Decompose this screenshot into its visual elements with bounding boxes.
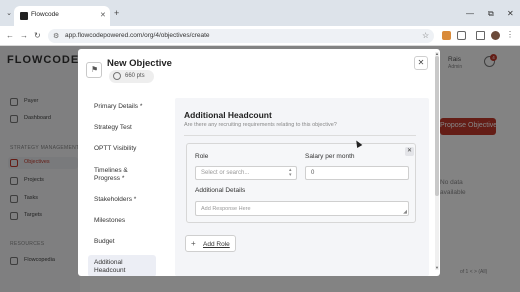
salary-value: 0 xyxy=(311,170,315,176)
flag-icon: ⚑ xyxy=(86,62,102,78)
add-role-button[interactable]: + Add Role xyxy=(185,235,236,252)
points-icon xyxy=(113,72,121,80)
extensions-puzzle-icon[interactable] xyxy=(457,31,466,40)
bookmark-star-icon[interactable]: ☆ xyxy=(422,31,429,40)
section-subtitle: Are there any recruiting requirements re… xyxy=(184,122,337,128)
modal-title: New Objective xyxy=(107,58,172,69)
tab-search-chevron-icon[interactable]: ⌄ xyxy=(4,9,14,19)
role-label: Role xyxy=(195,153,209,160)
details-textarea[interactable]: Add Response Here ◢ xyxy=(195,201,409,216)
minimize-button[interactable]: — xyxy=(466,9,474,18)
points-badge: 660 pts xyxy=(109,70,154,83)
step-label: Milestones xyxy=(94,217,126,224)
new-tab-button[interactable]: + xyxy=(114,9,119,18)
maximize-button[interactable]: ⧉ xyxy=(488,9,494,18)
select-arrows-icon: ▴ ▾ xyxy=(289,167,292,178)
step-label: Budget xyxy=(94,238,115,245)
back-icon[interactable]: ← xyxy=(6,31,14,40)
details-placeholder: Add Response Here xyxy=(201,206,251,212)
forward-icon[interactable]: → xyxy=(20,31,28,40)
add-role-label: Add Role xyxy=(203,241,230,248)
headcount-section: Additional Headcount Are there any recru… xyxy=(175,98,429,276)
divider xyxy=(184,135,416,136)
step-milestones[interactable]: Milestones xyxy=(88,215,156,227)
step-label: Timelines & Progress * xyxy=(94,167,128,182)
salary-label: Salary per month xyxy=(305,153,355,160)
browser-tab[interactable]: Flowcode ✕ xyxy=(14,6,110,26)
step-label: OPTT Visibility xyxy=(94,145,137,152)
step-strategy-test[interactable]: Strategy Test xyxy=(88,122,156,134)
step-primary-details[interactable]: Primary Details * xyxy=(88,101,156,113)
details-label: Additional Details xyxy=(195,187,246,194)
url-bar[interactable]: ⚙ app.flowcodepowered.com/org/4/objectiv… xyxy=(48,29,434,43)
step-timelines-progress[interactable]: Timelines & Progress * xyxy=(88,165,156,185)
tab-close-icon[interactable]: ✕ xyxy=(100,11,106,19)
step-navigation: Primary Details * Strategy Test OPTT Vis… xyxy=(88,101,156,276)
scroll-thumb[interactable] xyxy=(435,56,439,196)
remove-role-button[interactable]: ✕ xyxy=(405,147,414,156)
tab-strip-icon[interactable] xyxy=(476,31,485,40)
site-info-icon[interactable]: ⚙ xyxy=(53,32,59,40)
scroll-down-icon[interactable]: ▼ xyxy=(435,266,439,270)
browser-tab-bar: ⌄ Flowcode ✕ + — ⧉ ✕ xyxy=(0,0,520,26)
step-optt-visibility[interactable]: OPTT Visibility xyxy=(88,143,156,155)
modal-scrollbar[interactable]: ▲ ▼ xyxy=(435,52,439,270)
step-label: Stakeholders * xyxy=(94,196,137,203)
resize-grip-icon[interactable]: ◢ xyxy=(403,209,407,215)
role-placeholder: Select or search... xyxy=(201,170,250,176)
section-title: Additional Headcount xyxy=(184,110,272,120)
points-value: 660 pts xyxy=(125,73,145,79)
address-toolbar: ← → ↻ ⚙ app.flowcodepowered.com/org/4/ob… xyxy=(0,26,520,46)
extension-icon[interactable] xyxy=(442,31,451,40)
plus-icon: + xyxy=(191,239,196,248)
reload-icon[interactable]: ↻ xyxy=(34,31,41,40)
profile-avatar[interactable] xyxy=(491,31,500,40)
flowcode-favicon-icon xyxy=(20,12,28,20)
step-additional-headcount[interactable]: Additional Headcount xyxy=(88,255,156,276)
role-select[interactable]: Select or search... ▴ ▾ xyxy=(195,166,297,180)
step-stakeholders[interactable]: Stakeholders * xyxy=(88,194,156,206)
window-close-button[interactable]: ✕ xyxy=(507,9,514,18)
step-label: Primary Details * xyxy=(94,103,143,110)
salary-input[interactable]: 0 xyxy=(305,166,409,180)
url-text[interactable]: app.flowcodepowered.com/org/4/objectives… xyxy=(65,32,210,39)
step-label: Additional Headcount xyxy=(94,259,126,274)
modal-close-button[interactable]: ✕ xyxy=(414,56,428,70)
step-budget[interactable]: Budget xyxy=(88,236,156,248)
modal-header: ⚑ New Objective 660 pts ✕ xyxy=(78,49,440,89)
browser-menu-icon[interactable]: ⋮ xyxy=(506,30,514,39)
new-objective-modal: ⚑ New Objective 660 pts ✕ Primary Detail… xyxy=(78,49,440,276)
role-card: Role Salary per month ✕ Select or search… xyxy=(186,143,416,223)
tab-title: Flowcode xyxy=(31,11,59,18)
step-label: Strategy Test xyxy=(94,124,132,131)
